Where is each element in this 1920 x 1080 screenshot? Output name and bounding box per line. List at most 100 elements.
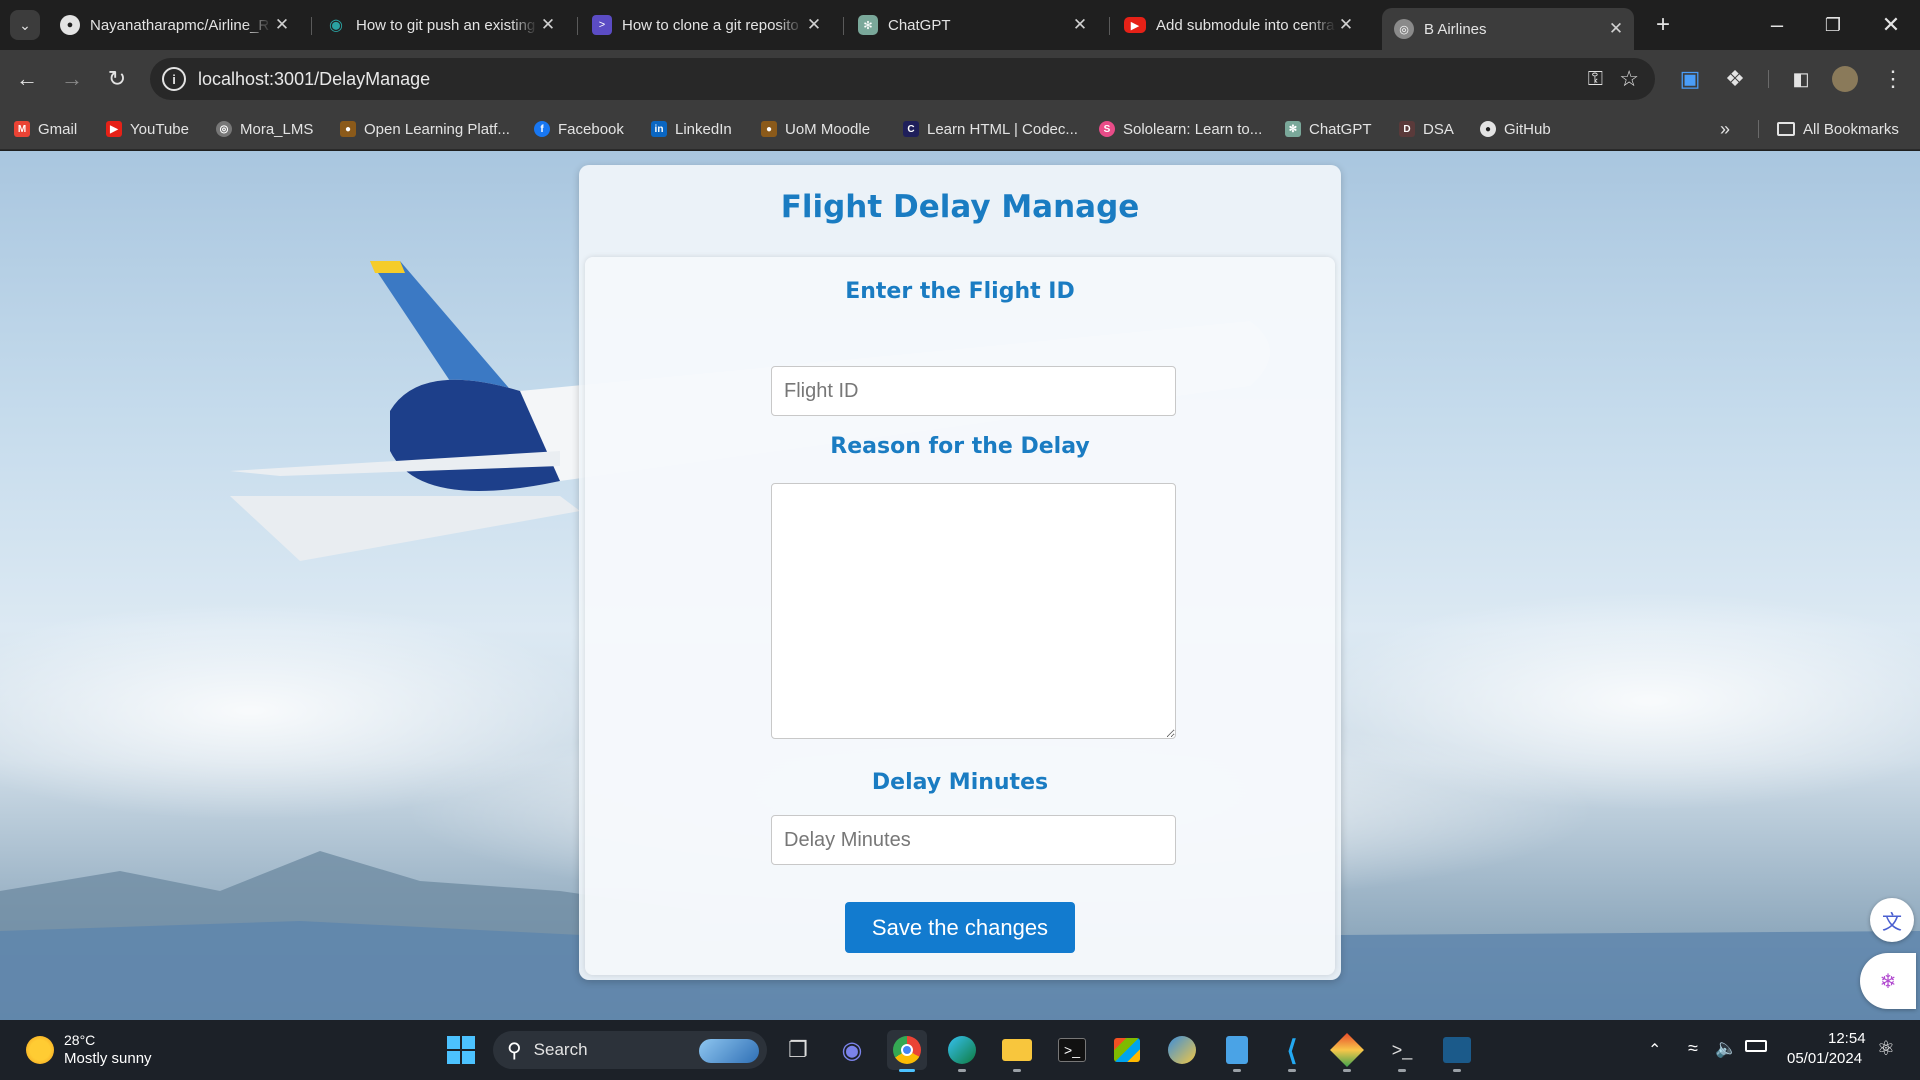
bookmark-label: Learn HTML | Codec... xyxy=(927,120,1078,138)
url-text[interactable]: localhost:3001/DelayManage xyxy=(198,69,430,90)
tab-title: Nayanatharapmc/Airline_R xyxy=(90,16,270,34)
tab-search-button[interactable]: ⌄ xyxy=(10,10,40,40)
close-icon[interactable]: ✕ xyxy=(804,15,824,35)
show-hidden-icons[interactable]: ⌃ xyxy=(1648,1040,1661,1060)
weather-temp: 28°C xyxy=(64,1032,96,1048)
github-icon: ● xyxy=(1480,121,1496,137)
bookmark-gmail[interactable]: M Gmail xyxy=(14,118,77,140)
store-icon[interactable] xyxy=(1107,1030,1147,1070)
flight-id-label: Enter the Flight ID xyxy=(845,279,1075,304)
side-panel-icon[interactable]: ◧ xyxy=(1786,64,1816,94)
terminal-icon: > xyxy=(592,15,612,35)
notification-bell-icon[interactable]: ⚛ xyxy=(1877,1036,1895,1061)
bookmark-youtube[interactable]: ▶ YouTube xyxy=(106,118,189,140)
close-window-button[interactable]: ✕ xyxy=(1876,10,1906,40)
tab-git-push[interactable]: ◉ How to git push an existing ✕ xyxy=(326,9,566,41)
all-bookmarks-button[interactable]: All Bookmarks xyxy=(1777,118,1899,140)
address-bar[interactable]: i localhost:3001/DelayManage ⚿ ☆ xyxy=(150,58,1655,100)
taskbar: 28°C Mostly sunny ⚲ Search ❐ ◉ >_ ⟨ >_ ⌃… xyxy=(0,1020,1920,1080)
bookmark-label: Facebook xyxy=(558,120,624,138)
close-icon[interactable]: ✕ xyxy=(1336,15,1356,35)
battery-icon[interactable] xyxy=(1745,1040,1767,1052)
flight-id-input[interactable] xyxy=(771,366,1176,416)
task-view-icon[interactable]: ❐ xyxy=(778,1030,818,1070)
taskbar-search[interactable]: ⚲ Search xyxy=(493,1031,767,1069)
key-icon[interactable]: ⚿ xyxy=(1588,68,1603,91)
reload-button[interactable]: ↻ xyxy=(102,64,132,94)
chrome-icon[interactable] xyxy=(887,1030,927,1072)
tab-git-clone[interactable]: > How to clone a git reposito ✕ xyxy=(592,9,832,41)
python-app-icon[interactable] xyxy=(1162,1030,1202,1070)
back-button[interactable]: ← xyxy=(12,64,42,94)
restore-button[interactable]: ❐ xyxy=(1818,10,1848,40)
bookmark-label: Open Learning Platf... xyxy=(364,120,510,138)
teams-icon[interactable]: ◉ xyxy=(832,1030,872,1070)
sun-icon xyxy=(26,1036,54,1064)
wifi-icon[interactable]: ≈ xyxy=(1688,1038,1698,1059)
bookmark-mora-lms[interactable]: ◎ Mora_LMS xyxy=(216,118,313,140)
edge-icon[interactable] xyxy=(942,1030,982,1072)
reason-textarea[interactable] xyxy=(771,483,1176,739)
minimize-button[interactable]: – xyxy=(1762,10,1792,40)
globe-icon: ◎ xyxy=(1394,19,1414,39)
bookmark-label: Sololearn: Learn to... xyxy=(1123,120,1263,138)
clock-time[interactable]: 12:54 xyxy=(1828,1030,1866,1047)
save-button[interactable]: Save the changes xyxy=(845,902,1075,953)
terminal-app-icon[interactable]: >_ xyxy=(1052,1030,1092,1070)
close-icon[interactable]: ✕ xyxy=(1606,19,1626,39)
weather-widget[interactable]: 28°C Mostly sunny xyxy=(26,1030,186,1070)
tab-title: B Airlines xyxy=(1424,20,1487,38)
windows-logo xyxy=(447,1036,475,1064)
translate-extension-icon[interactable]: 文 xyxy=(1870,898,1914,942)
notepad-icon[interactable] xyxy=(1217,1030,1257,1072)
bookmark-facebook[interactable]: f Facebook xyxy=(534,118,624,140)
mysql-workbench-icon[interactable] xyxy=(1437,1030,1477,1072)
close-icon[interactable]: ✕ xyxy=(538,15,558,35)
close-icon[interactable]: ✕ xyxy=(272,15,292,35)
bookmark-sololearn[interactable]: S Sololearn: Learn to... xyxy=(1099,118,1262,140)
brain-extension-icon[interactable]: ❄ xyxy=(1860,953,1916,1009)
volume-icon[interactable]: 🔈 xyxy=(1715,1038,1737,1059)
bookmarks-bar: M Gmail ▶ YouTube ◎ Mora_LMS ● Open Learning… xyxy=(0,108,1920,150)
sololearn-icon: S xyxy=(1099,121,1115,137)
facebook-icon: f xyxy=(534,121,550,137)
bookmark-uom-moodle[interactable]: ● UoM Moodle xyxy=(761,118,870,140)
tab-github[interactable]: ● Nayanatharapmc/Airline_R ✕ xyxy=(60,9,300,41)
delay-minutes-input[interactable] xyxy=(771,815,1176,865)
tab-chatgpt[interactable]: ✻ ChatGPT ✕ xyxy=(858,9,1098,41)
star-icon[interactable]: ☆ xyxy=(1619,66,1639,92)
avatar[interactable] xyxy=(1832,66,1858,92)
bookmark-open-learning[interactable]: ● Open Learning Platf... xyxy=(340,118,510,140)
clock-date[interactable]: 05/01/2024 xyxy=(1787,1050,1862,1067)
bookmark-chatgpt[interactable]: ✻ ChatGPT xyxy=(1285,118,1372,140)
extensions-icon[interactable]: ❖ xyxy=(1720,64,1750,94)
more-bookmarks-icon[interactable]: » xyxy=(1720,118,1730,140)
tab-b-airlines[interactable]: ◎ B Airlines ✕ xyxy=(1382,8,1634,50)
git-icon[interactable] xyxy=(1327,1030,1367,1072)
bookmark-dsa[interactable]: D DSA xyxy=(1399,118,1454,140)
forward-button[interactable]: → xyxy=(57,64,87,94)
bookmark-linkedin[interactable]: in LinkedIn xyxy=(651,118,732,140)
tab-strip: ⌄ ● Nayanatharapmc/Airline_R ✕ ◉ How to … xyxy=(0,0,1920,50)
vscode-icon[interactable]: ⟨ xyxy=(1272,1030,1312,1072)
delay-form-card: Flight Delay Manage Enter the Flight ID … xyxy=(579,165,1341,980)
screenshot-extension-icon[interactable]: ▣ xyxy=(1675,64,1705,94)
globe-icon: ◎ xyxy=(216,121,232,137)
bookmark-github[interactable]: ● GitHub xyxy=(1480,118,1551,140)
search-label: Search xyxy=(533,1040,588,1059)
youtube-icon: ▶ xyxy=(1124,17,1146,33)
tab-youtube[interactable]: ▶ Add submodule into centra ✕ xyxy=(1124,9,1364,41)
bookmark-codecademy[interactable]: C Learn HTML | Codec... xyxy=(903,118,1078,140)
new-tab-button[interactable]: + xyxy=(1648,10,1678,40)
eye-icon: ◉ xyxy=(329,17,343,34)
bookmark-label: ChatGPT xyxy=(1309,120,1372,138)
tab-title: ChatGPT xyxy=(888,16,951,34)
reason-label: Reason for the Delay xyxy=(830,434,1090,459)
file-explorer-icon[interactable] xyxy=(997,1030,1037,1072)
chatgpt-icon: ✻ xyxy=(858,15,878,35)
menu-icon[interactable]: ⋮ xyxy=(1878,64,1908,94)
close-icon[interactable]: ✕ xyxy=(1070,15,1090,35)
cmd-icon[interactable]: >_ xyxy=(1382,1030,1422,1072)
site-info-icon[interactable]: i xyxy=(162,67,186,91)
start-icon[interactable] xyxy=(441,1030,481,1070)
